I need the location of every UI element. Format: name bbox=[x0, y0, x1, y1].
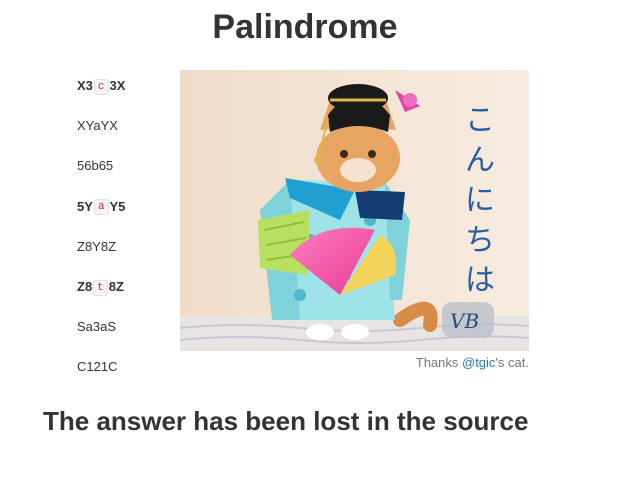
list-item: 5Y a Y5 bbox=[77, 199, 197, 239]
item-text: C121C bbox=[77, 359, 118, 375]
item-text-after: 3X bbox=[109, 78, 126, 93]
highlight-char: t bbox=[93, 279, 108, 296]
svg-text:VB: VB bbox=[450, 309, 479, 333]
credit-prefix: Thanks bbox=[415, 355, 462, 370]
tgic-link[interactable]: @tgic bbox=[462, 355, 495, 370]
svg-text:ち: ち bbox=[465, 223, 495, 258]
highlight-char: c bbox=[93, 78, 109, 95]
svg-text:は: は bbox=[465, 263, 495, 298]
item-text-before: Z8 bbox=[77, 278, 93, 294]
credit-suffix: 's cat. bbox=[495, 355, 529, 370]
list-item: X3 c 3X bbox=[77, 78, 197, 118]
item-text: Sa3aS bbox=[77, 319, 117, 335]
page-title: Palindrome bbox=[212, 8, 398, 46]
geisha-cat-image: こ ん に ち は VB bbox=[180, 70, 529, 351]
geisha-cat-illustration: こ ん に ち は VB bbox=[180, 70, 529, 351]
item-text-after: 8Z bbox=[108, 278, 124, 294]
item-text: 56b65 bbox=[77, 158, 114, 174]
list-item: C121C bbox=[77, 359, 197, 399]
svg-text:に: に bbox=[465, 183, 495, 218]
svg-text:こ: こ bbox=[465, 103, 495, 138]
item-text-before: X3 bbox=[77, 78, 93, 93]
palindrome-list: X3 c 3X XYaYX 56b65 5Y a Y5 Z8Y8Z Z8 t 8Z Sa3a… bbox=[77, 78, 197, 400]
list-item: Sa3aS bbox=[77, 319, 197, 359]
list-item: Z8Y8Z bbox=[77, 239, 197, 279]
image-credit: Thanks @tgic's cat. bbox=[180, 355, 529, 370]
answer-heading: The answer has been lost in the source bbox=[43, 406, 529, 436]
list-item: 56b65 bbox=[77, 158, 197, 198]
svg-text:ん: ん bbox=[465, 143, 495, 178]
item-text: Z8Y8Z bbox=[77, 238, 117, 254]
list-item: XYaYX bbox=[77, 118, 197, 158]
item-text: XYaYX bbox=[77, 118, 118, 134]
item-text-after: Y5 bbox=[109, 198, 126, 214]
item-text-before: 5Y bbox=[77, 198, 93, 214]
list-item: Z8 t 8Z bbox=[77, 279, 197, 319]
highlight-char: a bbox=[93, 199, 109, 216]
